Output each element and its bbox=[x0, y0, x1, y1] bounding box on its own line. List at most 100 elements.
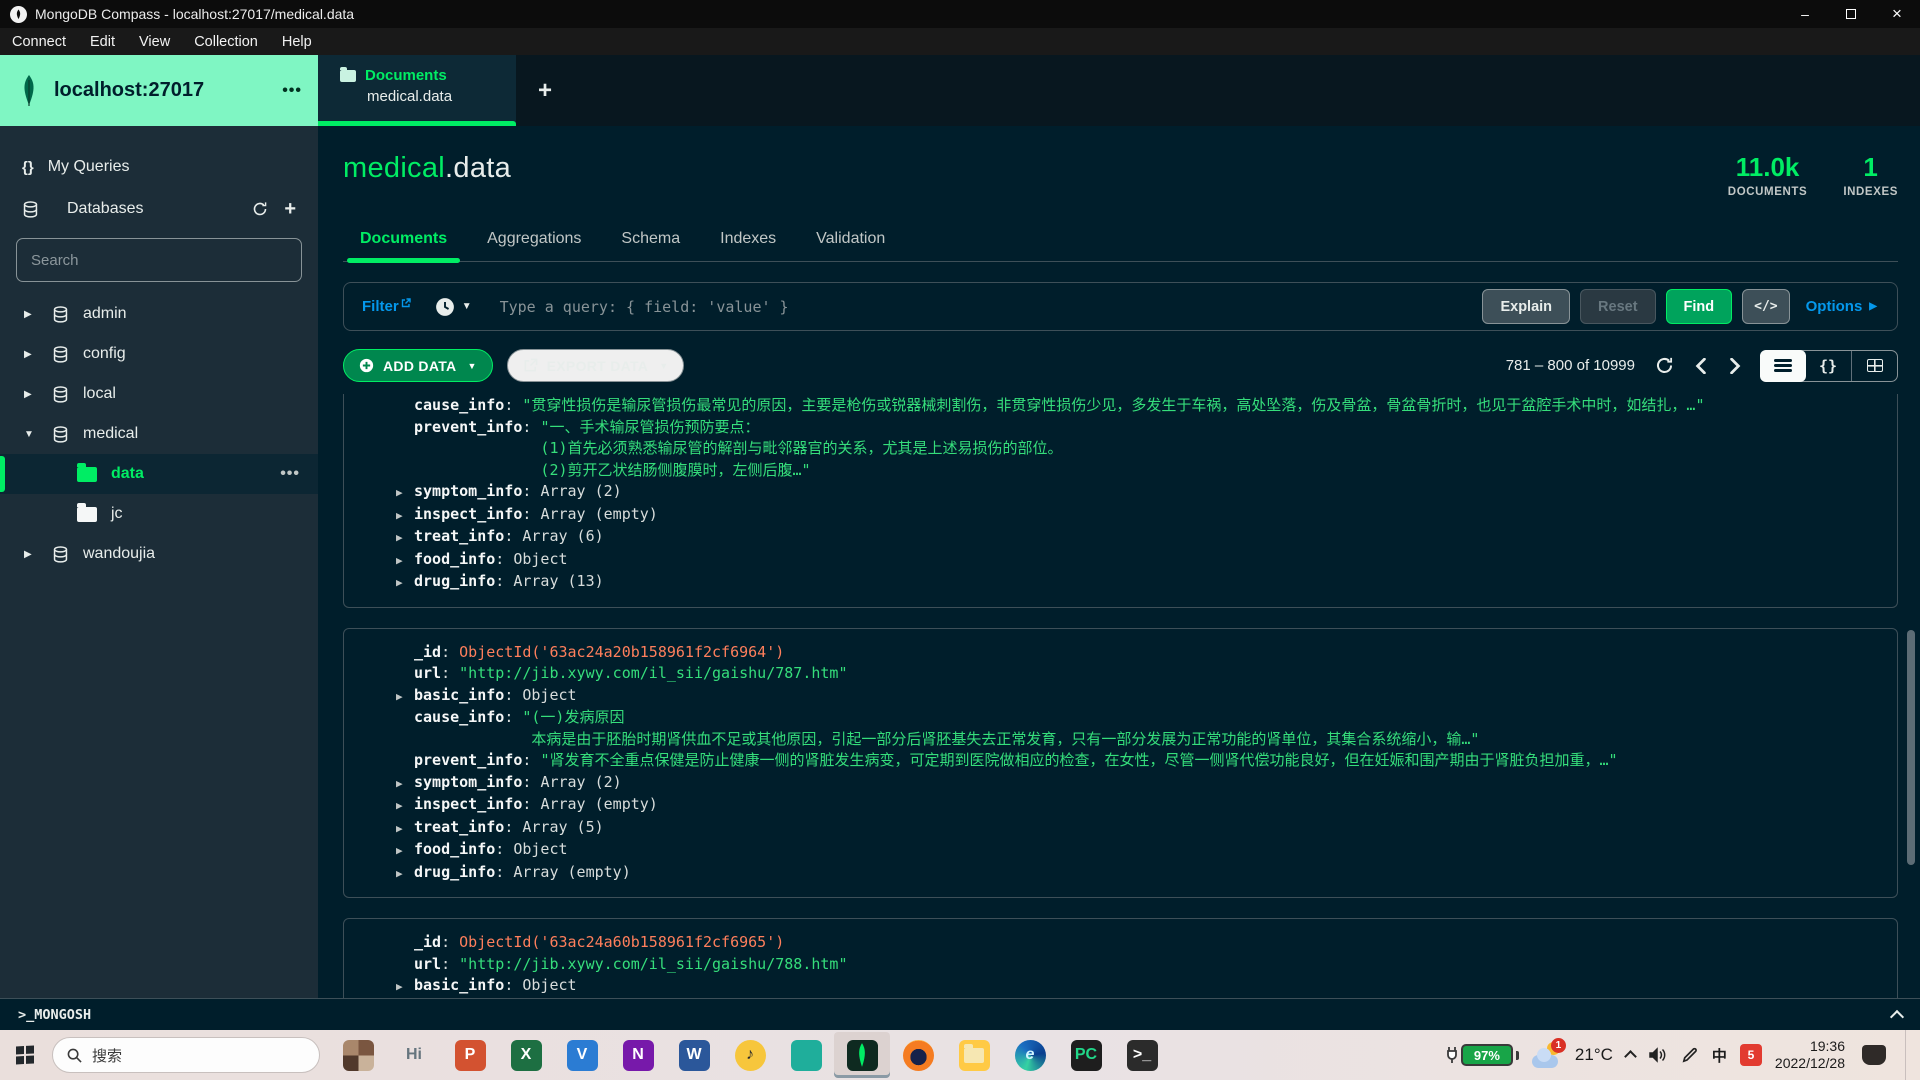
caret-right-icon[interactable]: ▶ bbox=[24, 389, 52, 400]
volume-icon[interactable] bbox=[1648, 1046, 1668, 1064]
document-field-prevent_info[interactable]: prevent_info: "一、手术输尿管损伤预防要点： bbox=[396, 417, 1879, 439]
menu-edit[interactable]: Edit bbox=[78, 34, 127, 50]
tab-aggregations[interactable]: Aggregations bbox=[470, 220, 598, 261]
taskbar-app-terminal[interactable]: >_ bbox=[1114, 1032, 1170, 1078]
pen-icon[interactable] bbox=[1681, 1046, 1699, 1064]
expand-field-icon[interactable]: ▶ bbox=[396, 976, 414, 998]
expand-field-icon[interactable]: ▶ bbox=[396, 818, 414, 840]
taskbar-app-word[interactable]: W bbox=[666, 1032, 722, 1078]
touch-keyboard-icon[interactable] bbox=[1862, 1045, 1886, 1065]
temperature-label[interactable]: 21°C bbox=[1575, 1045, 1613, 1065]
expand-field-icon[interactable]: ▶ bbox=[396, 572, 414, 594]
document-field-treat_info[interactable]: ▶ treat_info: Array (6) bbox=[396, 526, 1879, 549]
refresh-documents-button[interactable] bbox=[1655, 356, 1674, 375]
add-data-button[interactable]: ADD DATA ▼ bbox=[343, 349, 493, 382]
document-field-url[interactable]: url: "http://jib.xywy.com/il_sii/gaishu/… bbox=[396, 663, 1879, 685]
expand-field-icon[interactable]: ▶ bbox=[396, 686, 414, 708]
expand-field-icon[interactable]: ▶ bbox=[396, 773, 414, 795]
document-field-_id[interactable]: _id: ObjectId('63ac24a20b158961f2cf6964'… bbox=[396, 642, 1879, 664]
sidebar-search-input[interactable] bbox=[16, 238, 302, 282]
caret-down-icon[interactable]: ▼ bbox=[24, 429, 52, 440]
list-view-toggle[interactable] bbox=[1760, 349, 1806, 382]
tab-validation[interactable]: Validation bbox=[799, 220, 902, 261]
document-field-basic_info[interactable]: ▶ basic_info: Object bbox=[396, 975, 1879, 998]
caret-right-icon[interactable]: ▶ bbox=[24, 549, 52, 560]
mongosh-bar[interactable]: >_MONGOSH bbox=[0, 998, 1920, 1030]
expand-field-icon[interactable]: ▶ bbox=[396, 795, 414, 817]
connection-options-button[interactable]: ••• bbox=[282, 82, 302, 100]
show-desktop-button[interactable] bbox=[1905, 1030, 1910, 1080]
taskbar-app-mongodb-compass[interactable] bbox=[834, 1032, 890, 1078]
expand-field-icon[interactable]: ▶ bbox=[396, 840, 414, 862]
document-field-inspect_info[interactable]: ▶ inspect_info: Array (empty) bbox=[396, 504, 1879, 527]
document-field-symptom_info[interactable]: ▶ symptom_info: Array (2) bbox=[396, 481, 1879, 504]
document-field-treat_info[interactable]: ▶ treat_info: Array (5) bbox=[396, 817, 1879, 840]
expand-field-icon[interactable]: ▶ bbox=[396, 527, 414, 549]
expand-field-icon[interactable]: ▶ bbox=[396, 550, 414, 572]
taskbar-search[interactable]: 搜索 bbox=[52, 1037, 320, 1073]
taskbar-app-excel[interactable]: X bbox=[498, 1032, 554, 1078]
start-button[interactable] bbox=[2, 1032, 48, 1078]
expand-shell-icon[interactable] bbox=[1889, 1009, 1905, 1024]
maximize-button[interactable] bbox=[1828, 0, 1874, 28]
tab-indexes[interactable]: Indexes bbox=[703, 220, 793, 261]
taskbar-app-hi-app[interactable]: Hi bbox=[386, 1032, 442, 1078]
document-card[interactable]: cause_info: "贯穿性损伤是输尿管损伤最常见的原因，主要是枪伤或锐器械… bbox=[343, 394, 1898, 608]
expand-field-icon[interactable]: ▶ bbox=[396, 863, 414, 885]
sidebar-item-databases[interactable]: Databases + bbox=[0, 188, 318, 230]
document-card[interactable]: _id: ObjectId('63ac24a60b158961f2cf6965'… bbox=[343, 918, 1898, 998]
collection-options-button[interactable]: ••• bbox=[280, 465, 300, 483]
taskbar-app-green-app[interactable] bbox=[778, 1032, 834, 1078]
taskbar-app-file-explorer[interactable] bbox=[946, 1032, 1002, 1078]
menu-collection[interactable]: Collection bbox=[182, 34, 270, 50]
explain-button[interactable]: Explain bbox=[1482, 289, 1571, 324]
taskbar-app-firefox[interactable] bbox=[890, 1032, 946, 1078]
caret-right-icon[interactable]: ▶ bbox=[24, 309, 52, 320]
menu-view[interactable]: View bbox=[127, 34, 182, 50]
sidebar-collection-jc[interactable]: jc bbox=[0, 494, 318, 534]
vertical-scrollbar[interactable] bbox=[1907, 630, 1915, 865]
taskbar-app-photo-thumbnail[interactable] bbox=[330, 1032, 386, 1078]
create-database-icon[interactable]: + bbox=[284, 198, 296, 221]
menu-connect[interactable]: Connect bbox=[0, 34, 78, 50]
document-field-cause_info[interactable]: cause_info: "贯穿性损伤是输尿管损伤最常见的原因，主要是枪伤或锐器械… bbox=[396, 395, 1879, 417]
battery-indicator[interactable]: 97% bbox=[1446, 1044, 1519, 1066]
document-field-cause_info[interactable]: cause_info: "(一)发病原因 bbox=[396, 707, 1879, 729]
next-page-button[interactable] bbox=[1728, 357, 1742, 374]
ime-indicator[interactable]: 中 bbox=[1712, 1045, 1727, 1066]
history-caret-icon[interactable]: ▼ bbox=[462, 301, 472, 312]
document-field-prevent_info[interactable]: prevent_info: "肾发育不全重点保健是防止健康一侧的肾脏发生病变，可… bbox=[396, 750, 1879, 772]
tab-schema[interactable]: Schema bbox=[604, 220, 697, 261]
options-link[interactable]: Options ▶ bbox=[1806, 298, 1877, 315]
minimize-button[interactable]: – bbox=[1782, 0, 1828, 28]
query-history-icon[interactable] bbox=[435, 297, 455, 317]
menu-help[interactable]: Help bbox=[270, 34, 324, 50]
query-code-toggle-button[interactable]: </> bbox=[1742, 289, 1790, 324]
taskbar-app-onenote[interactable]: N bbox=[610, 1032, 666, 1078]
document-field-_id[interactable]: _id: ObjectId('63ac24a60b158961f2cf6965'… bbox=[396, 932, 1879, 954]
sidebar-database-wandoujia[interactable]: ▶ wandoujia bbox=[0, 534, 318, 574]
sidebar-item-my-queries[interactable]: {} My Queries bbox=[0, 146, 318, 188]
expand-field-icon[interactable]: ▶ bbox=[396, 482, 414, 504]
weather-widget[interactable]: 1 bbox=[1531, 1038, 1566, 1068]
document-card[interactable]: _id: ObjectId('63ac24a20b158961f2cf6964'… bbox=[343, 627, 1898, 898]
document-field-symptom_info[interactable]: ▶ symptom_info: Array (2) bbox=[396, 772, 1879, 795]
tab-documents-medical-data[interactable]: Documents medical.data bbox=[318, 55, 516, 126]
taskbar-app-powerpoint[interactable]: P bbox=[442, 1032, 498, 1078]
sidebar-database-config[interactable]: ▶ config bbox=[0, 334, 318, 374]
json-view-toggle[interactable]: {} bbox=[1805, 351, 1851, 381]
document-field-inspect_info[interactable]: ▶ inspect_info: Array (empty) bbox=[396, 794, 1879, 817]
find-button[interactable]: Find bbox=[1665, 289, 1733, 324]
document-field-url[interactable]: url: "http://jib.xywy.com/il_sii/gaishu/… bbox=[396, 954, 1879, 976]
filter-link[interactable]: Filter bbox=[362, 298, 411, 315]
new-tab-button[interactable]: + bbox=[516, 55, 574, 126]
refresh-databases-icon[interactable] bbox=[252, 201, 268, 217]
document-field-basic_info[interactable]: ▶ basic_info: Object bbox=[396, 685, 1879, 708]
export-data-button[interactable]: EXPORT DATA ▼ bbox=[506, 349, 685, 382]
reset-button[interactable]: Reset bbox=[1580, 289, 1656, 324]
sidebar-collection-data[interactable]: data ••• bbox=[0, 454, 318, 494]
previous-page-button[interactable] bbox=[1694, 357, 1708, 374]
taskbar-app-pycharm[interactable]: PC bbox=[1058, 1032, 1114, 1078]
table-view-toggle[interactable] bbox=[1851, 350, 1897, 381]
document-field-food_info[interactable]: ▶ food_info: Object bbox=[396, 839, 1879, 862]
